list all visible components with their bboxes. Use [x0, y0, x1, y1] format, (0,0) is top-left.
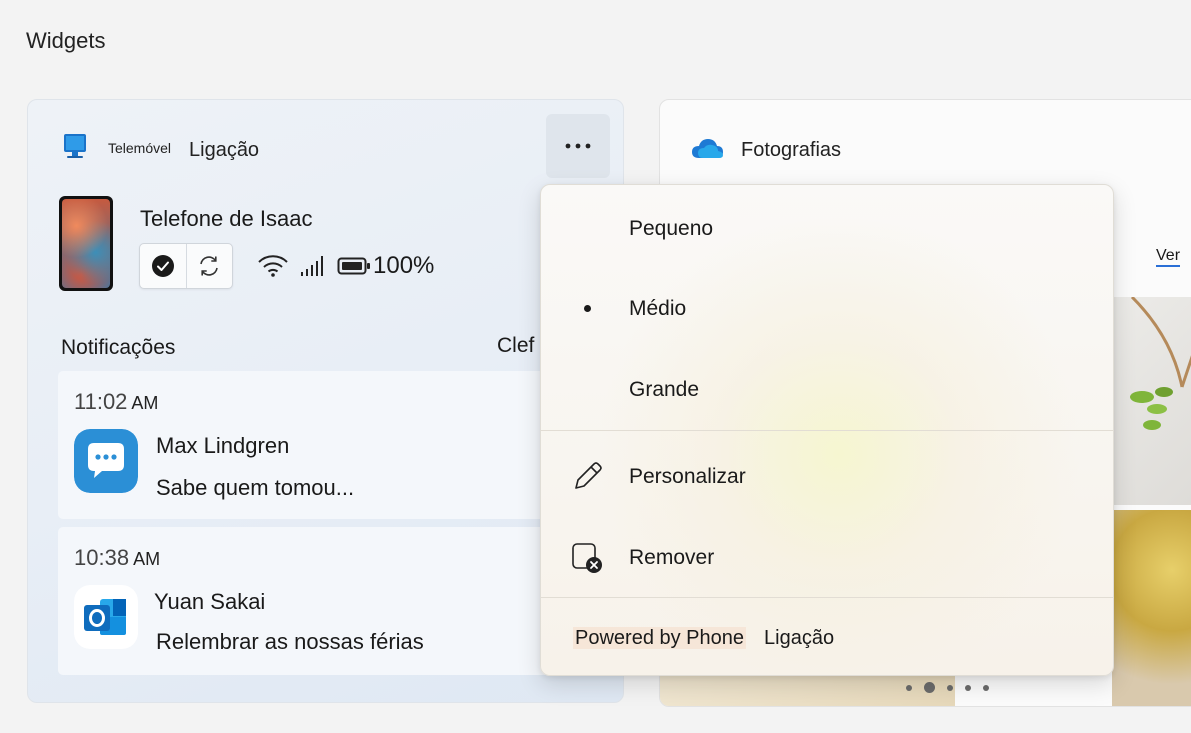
- device-status-icons: [257, 254, 371, 278]
- battery-level: 100%: [373, 252, 435, 279]
- menu-divider: [541, 597, 1113, 598]
- connected-button[interactable]: [140, 244, 186, 288]
- phone-link-logo-icon: [64, 134, 86, 158]
- menu-item-remove[interactable]: Remover: [541, 524, 1113, 594]
- pencil-icon: [575, 462, 602, 489]
- messages-icon: [74, 429, 138, 493]
- notification-text: Sabe quem tomou...: [156, 475, 355, 500]
- more-horizontal-icon: [565, 143, 591, 149]
- carousel-dot[interactable]: [983, 684, 989, 691]
- cellular-signal-icon: [301, 256, 323, 276]
- menu-item-label: Grande: [629, 378, 700, 401]
- notification-sender: Yuan Sakai: [154, 589, 266, 614]
- menu-item-label: Médio: [629, 297, 687, 320]
- notification-time: 10:38 AM: [74, 545, 161, 570]
- carousel-dot[interactable]: [906, 684, 912, 691]
- notification-card[interactable]: 11:02 AM Max Lindgren Sabe quem tomou...: [58, 371, 618, 519]
- selected-bullet-icon: [584, 305, 591, 312]
- battery-icon: [337, 257, 370, 275]
- more-options-button[interactable]: [546, 114, 610, 178]
- widget-options-menu: Pequeno Médio Grande Personalizar Remove…: [540, 184, 1114, 676]
- menu-item-label: Personalizar: [629, 465, 746, 488]
- outlook-icon: [74, 585, 138, 649]
- sync-button[interactable]: [185, 244, 233, 288]
- check-circle-icon: [151, 255, 174, 277]
- notification-text: Relembrar as nossas férias: [156, 629, 424, 654]
- notification-card[interactable]: 10:38 AM Yuan Sakai Relembrar as nossas f…: [58, 527, 618, 675]
- menu-item-label: Remover: [629, 546, 715, 569]
- sync-icon: [200, 256, 219, 276]
- device-name: Telefone de Isaac: [140, 206, 313, 231]
- widget-title-small: Telemóvel: [108, 140, 172, 156]
- page-title: Widgets: [26, 28, 106, 53]
- phone-link-widget[interactable]: Telemóvel Ligação Telefone de Isaac 100%…: [27, 99, 624, 703]
- see-more-link[interactable]: Ver: [1156, 247, 1181, 267]
- menu-item-customize[interactable]: Personalizar: [541, 443, 1113, 513]
- clear-notifications-link[interactable]: Clef: [497, 334, 534, 358]
- onedrive-icon: [692, 139, 723, 158]
- carousel-dot[interactable]: [947, 684, 953, 691]
- menu-item-small[interactable]: Pequeno: [541, 195, 1113, 265]
- widget-title: Ligação: [189, 139, 260, 161]
- menu-divider: [541, 430, 1113, 431]
- carousel-dot[interactable]: [965, 684, 971, 691]
- remove-widget-icon: [572, 543, 602, 573]
- plant-image: [1130, 295, 1191, 430]
- menu-item-large[interactable]: Grande: [541, 356, 1113, 426]
- menu-item-label: Pequeno: [629, 217, 714, 240]
- photo-thumbnail[interactable]: [1112, 510, 1191, 706]
- photo-thumbnail[interactable]: [1112, 295, 1191, 505]
- phone-thumbnail: [59, 196, 113, 291]
- carousel-dots[interactable]: [906, 682, 989, 693]
- notification-sender: Max Lindgren: [156, 433, 290, 458]
- carousel-dot-active[interactable]: [924, 682, 935, 693]
- device-status-buttons: [139, 243, 233, 289]
- powered-by-text: Powered by Phone Ligação: [573, 627, 835, 649]
- widget-title: Fotografias: [741, 139, 842, 161]
- menu-item-medium[interactable]: Médio: [541, 275, 1113, 345]
- notifications-heading: Notificações: [61, 336, 176, 359]
- wifi-icon: [258, 255, 288, 277]
- notification-time: 11:02 AM: [74, 389, 159, 414]
